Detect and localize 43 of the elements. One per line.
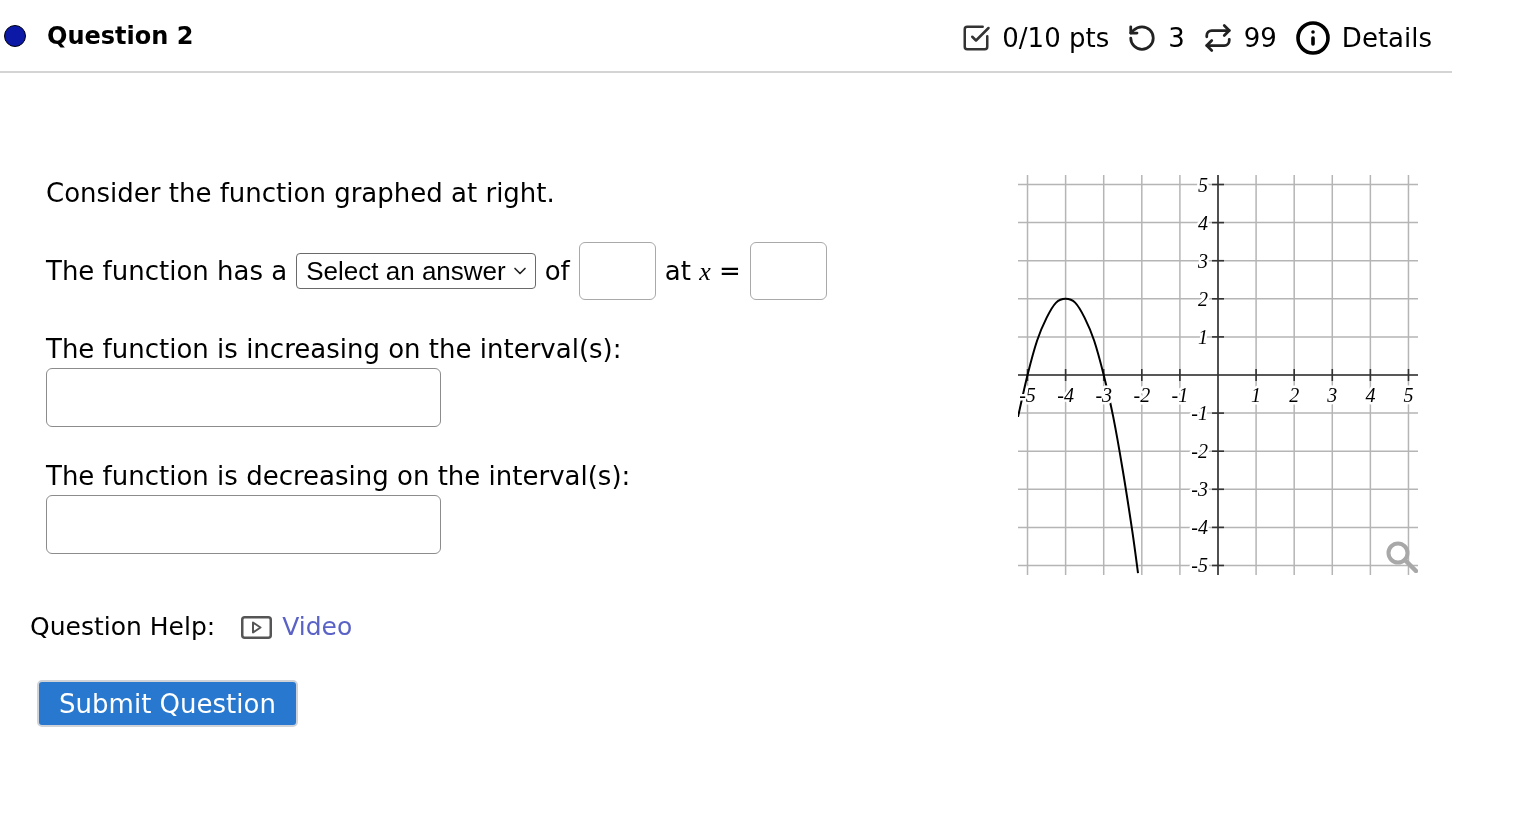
tick-label: -3 xyxy=(1191,478,1208,501)
help-label: Question Help: xyxy=(30,612,216,642)
tick-label: -2 xyxy=(1191,440,1208,463)
repeat-arrows-icon xyxy=(1202,22,1233,53)
versions-count: 99 xyxy=(1243,21,1277,54)
tick-label: 5 xyxy=(1198,175,1208,196)
answer-box[interactable] xyxy=(46,495,441,554)
tick-label: 2 xyxy=(1198,287,1208,310)
magnifier-icon[interactable] xyxy=(1386,541,1418,573)
tick-label: 3 xyxy=(1198,249,1208,272)
tick-label: -2 xyxy=(1133,384,1151,406)
answer-dropdown[interactable]: Select an answer xyxy=(296,253,536,289)
tick-label: 1 xyxy=(1198,325,1208,348)
tick-label: -5 xyxy=(1191,554,1208,575)
submit-button[interactable]: Submit Question xyxy=(37,680,298,727)
status-dot-icon xyxy=(4,24,26,47)
interval-question-label: The function is increasing on the interval(s): xyxy=(46,334,622,364)
answer-line-text: The function has a xyxy=(46,256,288,286)
tick-label: 5 xyxy=(1403,384,1414,406)
answer-line-text: of xyxy=(544,256,570,286)
tick-label: 2 xyxy=(1289,384,1300,406)
play-icon xyxy=(241,615,273,639)
question-title: Question 2 xyxy=(47,20,194,51)
retries-count: 3 xyxy=(1168,21,1185,54)
answer-box[interactable] xyxy=(46,368,441,427)
score-text: 0/10 pts xyxy=(1002,21,1110,54)
video-link[interactable]: Video xyxy=(241,612,353,642)
tick-label: -4 xyxy=(1191,516,1208,539)
question-prompt: Consider the function graphed at right. xyxy=(46,178,555,208)
interval-question-label: The function is decreasing on the interval(s): xyxy=(46,461,631,491)
tick-label: -1 xyxy=(1191,402,1208,425)
details-button[interactable]: Details xyxy=(1294,19,1432,56)
tick-label: 3 xyxy=(1327,384,1338,406)
answer-box[interactable] xyxy=(578,242,656,300)
info-icon xyxy=(1294,19,1331,56)
answer-line-text: at x = xyxy=(664,255,741,287)
tick-label: 4 xyxy=(1198,211,1208,234)
tick-label: 4 xyxy=(1365,384,1376,406)
tick-label: -1 xyxy=(1171,384,1189,406)
answer-box[interactable] xyxy=(749,242,827,300)
counterclockwise-arrow-icon xyxy=(1127,22,1158,53)
tick-label: 1 xyxy=(1251,384,1262,406)
tick-label: -4 xyxy=(1057,384,1074,406)
